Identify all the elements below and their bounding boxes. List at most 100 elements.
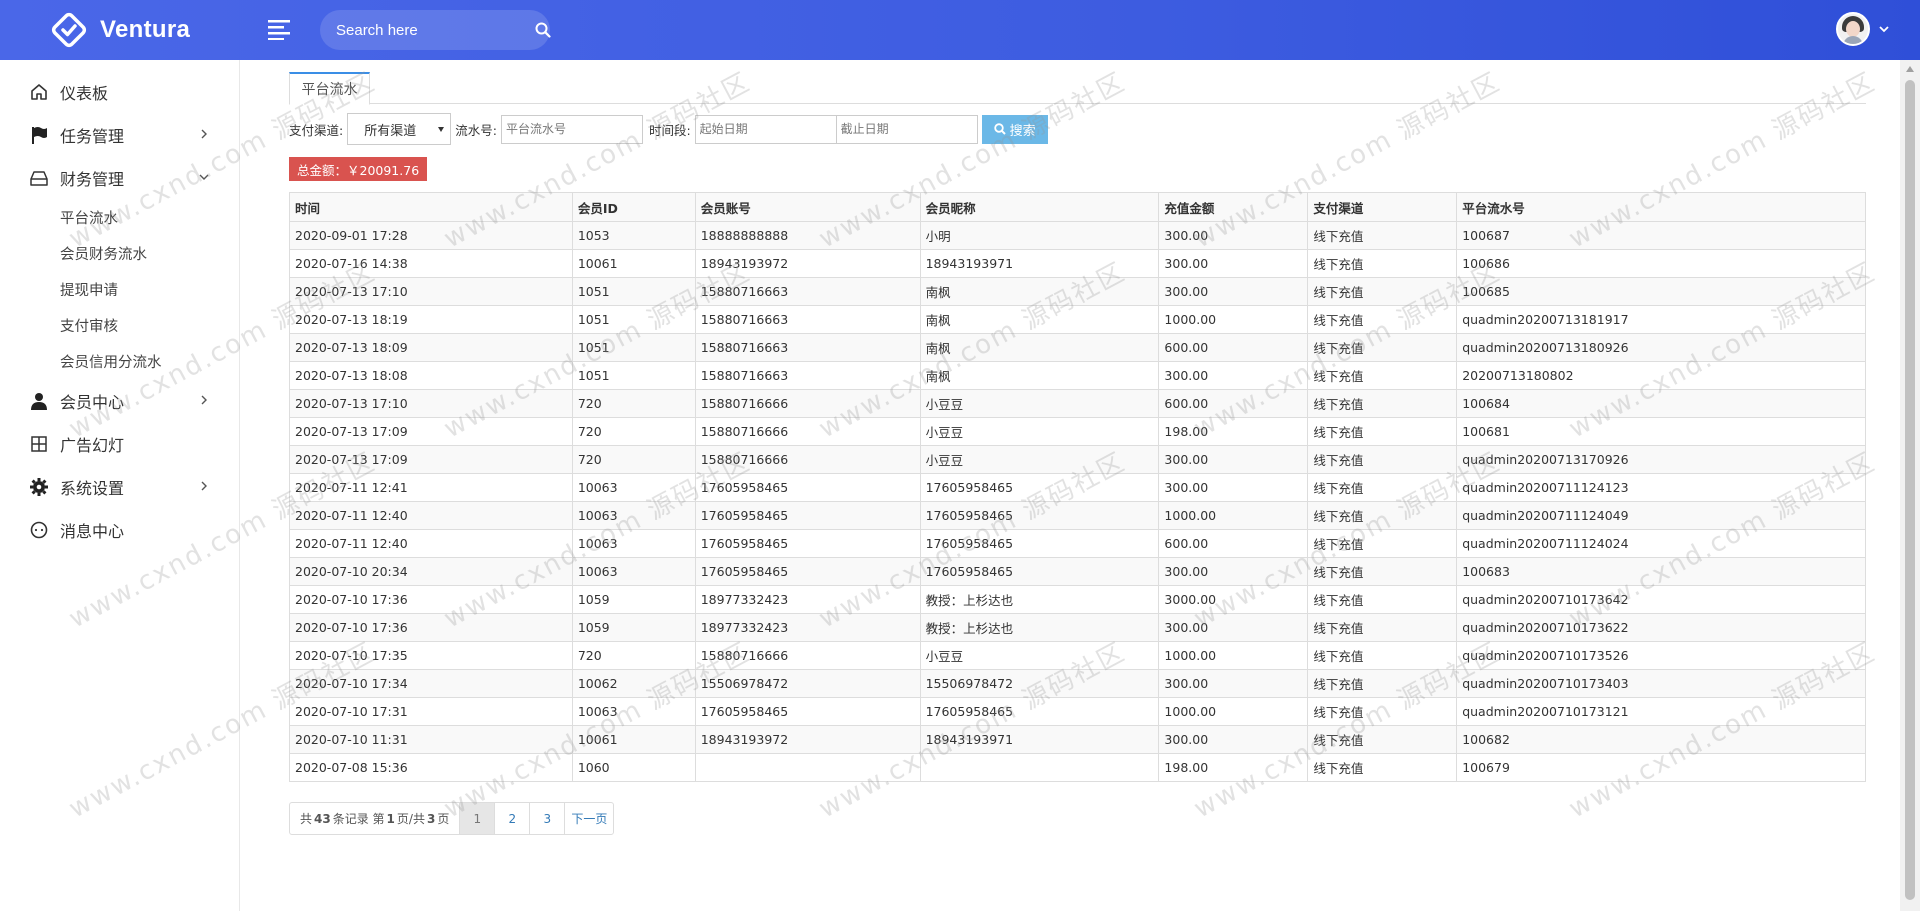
column-header: 支付渠道 — [1307, 192, 1458, 222]
table-cell: 100687 — [1456, 221, 1866, 250]
table-row: 2020-07-13 17:09 720 15880716666 小豆豆 198.00 线… — [289, 417, 1866, 446]
table-cell: 南枫 — [919, 277, 1160, 306]
table-cell: 1051 — [571, 305, 696, 334]
scrollbar-thumb[interactable] — [1905, 80, 1915, 900]
table-cell: quadmin20200713180926 — [1456, 333, 1866, 362]
sidebar-item-label: 仪表板 — [60, 83, 109, 103]
page-1-button[interactable]: 1 — [460, 803, 496, 834]
current-page: 1 — [386, 811, 395, 826]
table-cell: 线下充值 — [1307, 557, 1458, 586]
table-cell: 18977332423 — [694, 585, 921, 614]
page-2-button[interactable]: 2 — [495, 803, 531, 834]
menu-toggle-icon[interactable] — [268, 18, 292, 40]
table-cell: 15880716666 — [694, 389, 921, 418]
avatar[interactable] — [1836, 12, 1870, 46]
table-cell: 10062 — [571, 669, 696, 698]
sidebar-subitem-member-finance-flow[interactable]: 会员财务流水 — [0, 235, 239, 271]
brand[interactable]: Ventura — [50, 10, 190, 50]
table-cell: 100681 — [1456, 417, 1866, 446]
page-3-button[interactable]: 3 — [530, 803, 566, 834]
end-date-input[interactable] — [836, 114, 978, 144]
table-header-row: 时间 会员ID 会员账号 会员昵称 充值金额 支付渠道 平台流水号 — [289, 192, 1866, 222]
table-cell: 小豆豆 — [919, 389, 1160, 418]
user-icon — [28, 390, 50, 412]
table-cell: 17605958465 — [694, 697, 921, 726]
chevron-right-icon — [201, 395, 207, 405]
sidebar-subitem-credit-flow[interactable]: 会员信用分流水 — [0, 343, 239, 379]
table-cell: 线下充值 — [1307, 389, 1458, 418]
table-row: 2020-07-11 12:40 10063 17605958465 17605958… — [289, 529, 1866, 558]
table-cell: 17605958465 — [919, 697, 1160, 726]
total-amount-badge: 总金额：￥20091.76 — [289, 157, 428, 181]
table-cell: 小明 — [919, 221, 1160, 250]
sidebar-item-members[interactable]: 会员中心 — [0, 379, 239, 422]
brand-logo-icon — [50, 11, 88, 49]
table-cell: 2020-07-13 18:19 — [289, 305, 573, 334]
sidebar-item-tasks[interactable]: 任务管理 — [0, 113, 239, 156]
pagination: 共 43 条记录 第 1 页/共 3 页 1 2 3 下一页 — [289, 802, 615, 835]
serial-input[interactable] — [500, 114, 643, 144]
table-cell: 2020-07-13 17:10 — [289, 277, 573, 306]
table-row: 2020-07-10 17:34 10062 15506978472 15506978… — [289, 669, 1866, 698]
table-cell: 18943193972 — [694, 725, 921, 754]
table-cell: 教授：上杉达也 — [919, 585, 1160, 614]
table-cell: 15880716663 — [694, 361, 921, 390]
table-cell: 1059 — [571, 585, 696, 614]
table-cell: 10063 — [571, 473, 696, 502]
grid-icon — [28, 433, 50, 455]
sidebar-item-settings[interactable]: 系统设置 — [0, 465, 239, 508]
sidebar-item-finance[interactable]: 财务管理 — [0, 156, 239, 199]
table-cell: 线下充值 — [1307, 529, 1458, 558]
sidebar-item-dashboard[interactable]: 仪表板 — [0, 70, 239, 113]
sidebar-item-messages[interactable]: 消息中心 — [0, 508, 239, 551]
table-cell: 小豆豆 — [919, 417, 1160, 446]
table-cell: 2020-07-13 17:09 — [289, 417, 573, 446]
table-cell: 1051 — [571, 277, 696, 306]
table-cell: 2020-07-11 12:40 — [289, 529, 573, 558]
table-cell: 10063 — [571, 697, 696, 726]
table-cell: 18943193972 — [694, 249, 921, 278]
table-row: 2020-07-10 20:34 10063 17605958465 17605958… — [289, 557, 1866, 586]
table-cell: 720 — [571, 445, 696, 474]
table-cell: quadmin20200710173642 — [1456, 585, 1866, 614]
table-cell: 300.00 — [1158, 221, 1309, 250]
table-cell: 18888888888 — [694, 221, 921, 250]
sidebar-item-label: 任务管理 — [60, 126, 125, 146]
search-icon[interactable] — [535, 10, 551, 50]
sidebar-item-ads[interactable]: 广告幻灯 — [0, 422, 239, 465]
table-cell: 17605958465 — [694, 473, 921, 502]
column-header: 平台流水号 — [1456, 192, 1866, 222]
user-menu[interactable] — [1836, 12, 1890, 46]
table-cell: quadmin20200710173622 — [1456, 613, 1866, 642]
sidebar-subitem-platform-flow[interactable]: 平台流水 — [0, 199, 239, 235]
gear-icon — [28, 476, 50, 498]
page-scrollbar[interactable] — [1900, 60, 1920, 911]
sidebar-subitem-withdraw-request[interactable]: 提现申请 — [0, 271, 239, 307]
search-box — [320, 10, 551, 50]
table-cell: 10061 — [571, 249, 696, 278]
table-cell: 720 — [571, 389, 696, 418]
scroll-up-arrow-icon[interactable] — [1906, 66, 1914, 72]
table-cell: 1060 — [571, 753, 696, 782]
table-cell: 2020-07-10 17:31 — [289, 697, 573, 726]
table-cell: 17605958465 — [919, 473, 1160, 502]
tab-platform-flow[interactable]: 平台流水 — [289, 72, 370, 105]
table-cell: 300.00 — [1158, 613, 1309, 642]
table-cell: 线下充值 — [1307, 221, 1458, 250]
table-cell: 2020-07-10 11:31 — [289, 725, 573, 754]
sidebar-subitem-payment-review[interactable]: 支付审核 — [0, 307, 239, 343]
start-date-input[interactable] — [694, 114, 837, 144]
channel-select[interactable]: 所有渠道 — [347, 113, 452, 145]
table-cell: 1051 — [571, 333, 696, 362]
chevron-down-icon — [199, 174, 209, 180]
table-cell: 线下充值 — [1307, 753, 1458, 782]
chevron-down-icon[interactable] — [1878, 20, 1890, 39]
search-input[interactable] — [320, 21, 535, 39]
table-cell: 2020-07-11 12:41 — [289, 473, 573, 502]
next-page-button[interactable]: 下一页 — [565, 803, 613, 834]
table-cell: 线下充值 — [1307, 473, 1458, 502]
table-cell: 17605958465 — [694, 557, 921, 586]
table-cell — [694, 753, 921, 782]
table-cell: 线下充值 — [1307, 669, 1458, 698]
search-button[interactable]: 搜索 — [981, 114, 1048, 144]
